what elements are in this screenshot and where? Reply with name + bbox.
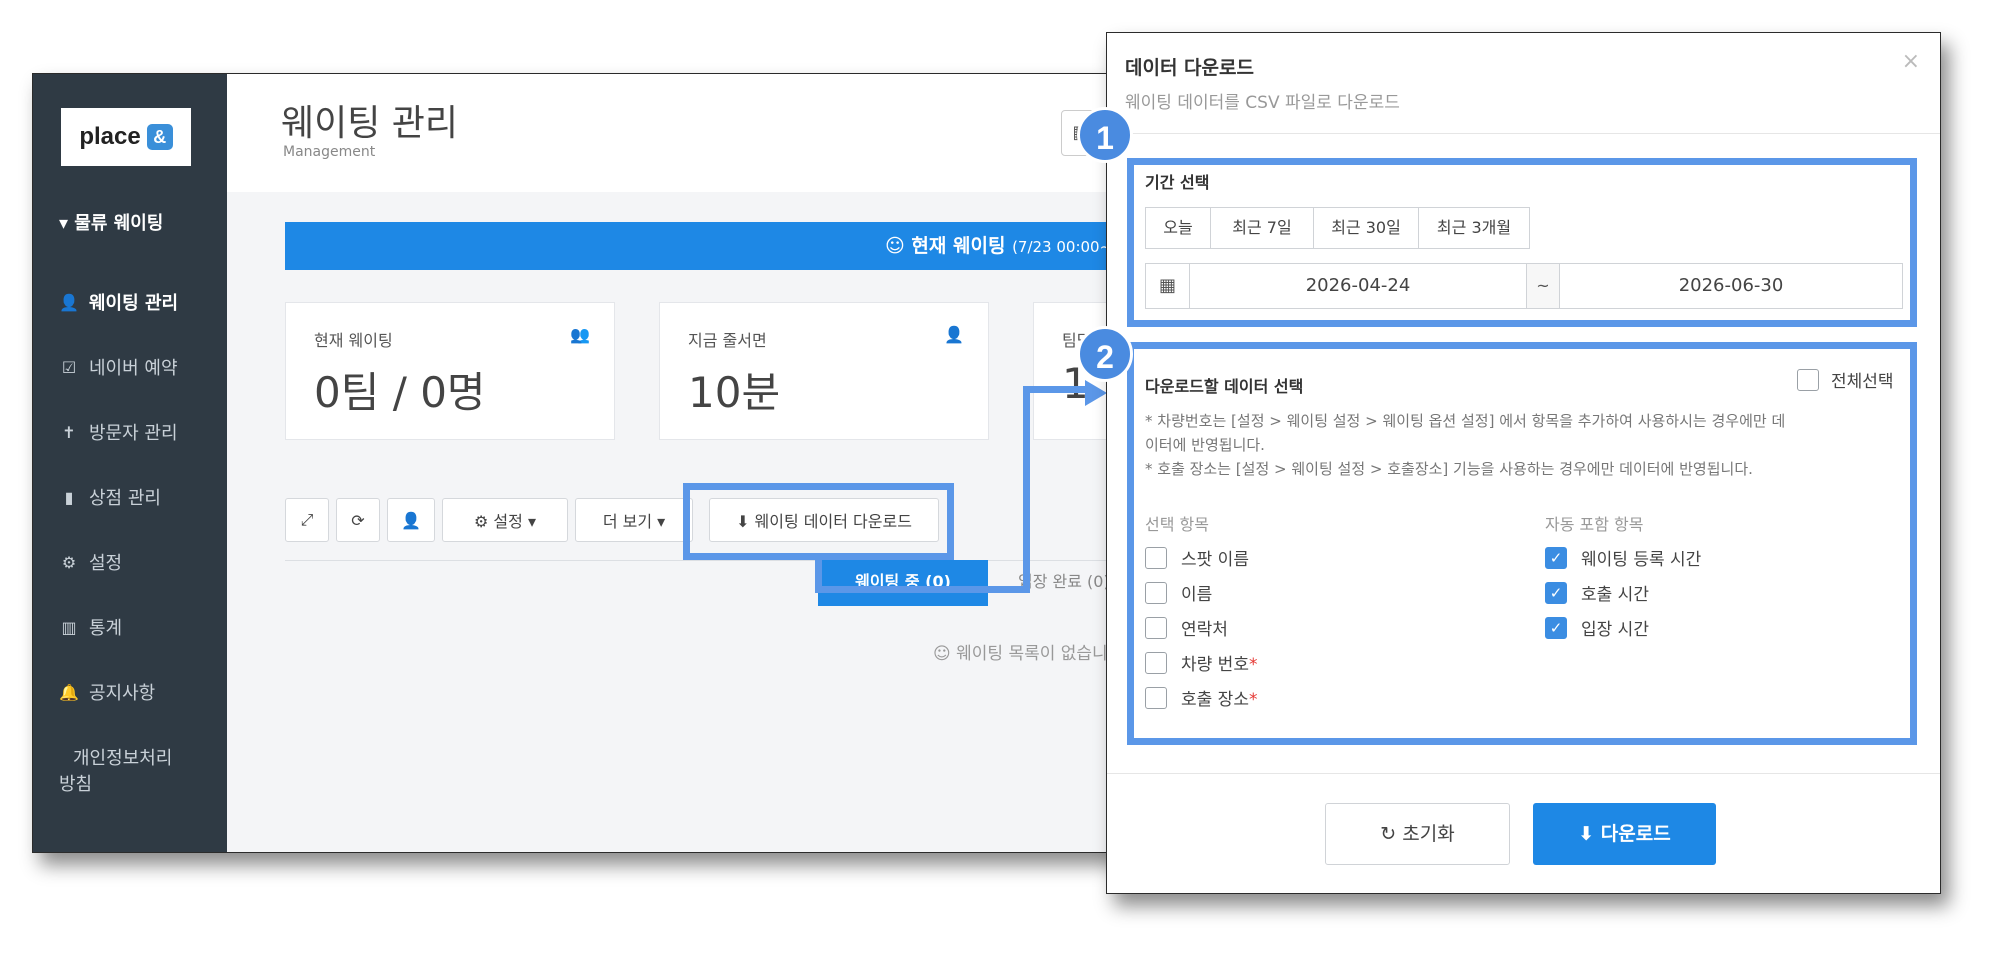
current-waiting-banner: ☺ 현재 웨이팅 (7/23 00:00~7/2 [285,222,1119,270]
connector-line [1023,386,1087,393]
tab-entered[interactable]: 입장 완료 (0) [1018,560,1110,604]
toolbar-divider [285,560,1119,561]
modal-title: 데이터 다운로드 [1125,57,1254,79]
sidebar-item-label: 상점 관리 [89,488,161,509]
sidebar-item-privacy-policy[interactable]: 개인정보처리 방침 [59,746,172,798]
connector-line [815,586,1030,593]
gear-icon: ⚙ [61,552,77,572]
sidebar-item-settings[interactable]: ⚙ 설정 [59,549,122,575]
logo-amp-icon: & [146,124,173,150]
reset-button[interactable]: ↻ 초기화 [1325,803,1510,865]
nav-section-logistics[interactable]: ▾ 물류 웨이팅 [59,209,163,235]
download-button[interactable]: ⬇ 다운로드 [1533,803,1716,865]
modal-description: 웨이팅 데이터를 CSV 파일로 다운로드 [1125,93,1400,113]
step-badge-1: 1 [1077,107,1133,163]
app-window: place & ▾ 물류 웨이팅 👤 웨이팅 관리 ☑ 네이버 예약 ✝ 방문자 … [32,73,1120,853]
sidebar-item-label: 설정 [89,553,123,574]
download-button-highlight [683,483,954,560]
step-badge-2: 2 [1077,326,1133,382]
stat-label: 지금 줄서면 [688,331,767,350]
page-title: 웨이팅 관리 [281,103,459,144]
sidebar-item-visitor-management[interactable]: ✝ 방문자 관리 [59,419,178,445]
user-plus-icon: 👤 [944,325,964,344]
arrow-right-icon [1085,380,1107,406]
sidebar-item-label: 방문자 관리 [89,423,178,444]
empty-list-message: ☺ 웨이팅 목록이 없습니다 [933,644,1120,664]
privacy-line-2: 방침 [59,774,93,795]
banner-main: ☺ 현재 웨이팅 [885,235,1006,257]
more-dropdown[interactable]: 더 보기 ▾ [575,498,693,542]
page-subtitle: Management [283,144,376,160]
users-icon: 👥 [570,325,590,344]
sidebar-item-label: 통계 [89,618,123,639]
refresh-button[interactable]: ⟳ [336,498,380,542]
period-section-highlight [1127,158,1917,327]
sidebar-item-statistics[interactable]: ▥ 통계 [59,614,122,640]
header-divider [1107,133,1940,134]
sidebar-item-store-management[interactable]: ▮ 상점 관리 [59,484,161,510]
data-select-section-highlight [1127,342,1917,745]
sidebar-item-notices[interactable]: 🔔 공지사항 [59,679,155,705]
sidebar-item-label: 웨이팅 관리 [89,293,179,314]
main-header: 웨이팅 관리 Management ▦ [227,74,1119,192]
banner-range: (7/23 00:00~7/2 [1012,238,1119,256]
expand-button[interactable]: ⤢ [285,498,329,542]
user-plus-icon: 👤 [401,510,421,530]
bell-icon: 🔔 [59,682,79,702]
sidebar-item-waiting-management[interactable]: 👤 웨이팅 관리 [59,289,178,315]
sidebar: place & ▾ 물류 웨이팅 👤 웨이팅 관리 ☑ 네이버 예약 ✝ 방문자 … [33,74,227,852]
sidebar-item-label: 공지사항 [89,683,156,704]
refresh-icon: ⟳ [351,510,365,530]
bar-chart-icon: ▥ [61,617,77,637]
close-icon[interactable]: × [1902,49,1920,74]
connector-line [1023,386,1030,593]
stat-card-wait-time: 지금 줄서면 👤 10분 [659,302,989,440]
stat-label: 현재 웨이팅 [314,331,393,350]
logo[interactable]: place & [61,108,191,166]
sidebar-item-naver-reservation[interactable]: ☑ 네이버 예약 [59,354,178,380]
stat-value: 0팀 / 0명 [314,368,486,417]
logo-text: place [79,123,141,150]
user-plus-icon: 👤 [59,292,79,312]
stat-value: 10분 [688,368,781,417]
privacy-line-1: 개인정보처리 [73,748,173,769]
tab-waiting[interactable]: 웨이팅 중 (0) [818,560,988,606]
person-icon: ✝ [62,422,76,442]
stat-card-current-waiting: 현재 웨이팅 👥 0팀 / 0명 [285,302,615,440]
add-waiting-button[interactable]: 👤 [387,498,435,542]
footer-divider [1107,773,1940,774]
expand-icon: ⤢ [300,510,314,529]
calendar-check-icon: ☑ [61,357,77,377]
sidebar-item-label: 네이버 예약 [89,358,178,379]
building-icon: ▮ [64,487,74,507]
settings-dropdown[interactable]: ⚙ 설정 ▾ [442,498,568,542]
